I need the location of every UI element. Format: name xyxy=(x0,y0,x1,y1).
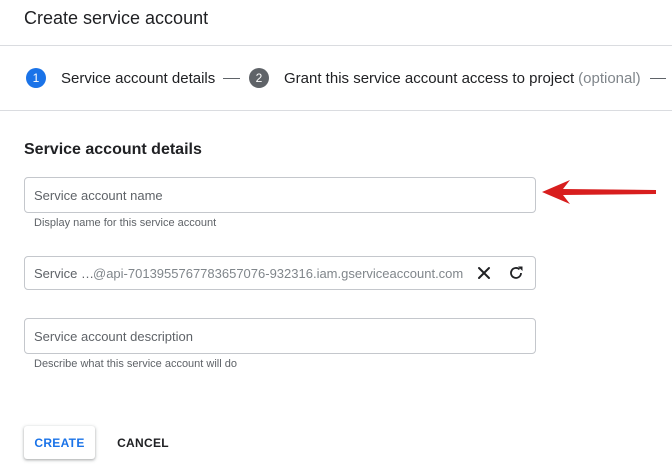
title-bar: Create service account xyxy=(0,0,672,46)
service-account-name-input[interactable] xyxy=(25,178,535,212)
step-2-optional: (optional) xyxy=(578,69,641,87)
section-title: Service account details xyxy=(24,141,202,158)
page-title: Create service account xyxy=(24,8,209,28)
service-account-id-suffix: @api-7013955767783657076-932316.iam.gser… xyxy=(93,266,464,281)
service-account-name-field[interactable] xyxy=(24,177,536,213)
step-connector xyxy=(223,78,240,79)
step-2[interactable]: 2 Grant this service account access to p… xyxy=(249,68,641,88)
refresh-icon[interactable] xyxy=(505,262,527,284)
service-account-name-hint: Display name for this service account xyxy=(34,217,217,229)
service-account-description-input[interactable] xyxy=(25,319,535,353)
step-2-number: 2 xyxy=(249,68,269,88)
service-account-description-field[interactable] xyxy=(24,318,536,354)
service-account-id-prefix[interactable]: Service … xyxy=(34,266,94,281)
service-account-id-field[interactable]: Service … @api-7013955767783657076-93231… xyxy=(24,256,536,290)
step-connector xyxy=(650,78,666,79)
step-1[interactable]: 1 Service account details xyxy=(26,68,215,88)
step-1-number: 1 xyxy=(26,68,46,88)
step-1-label: Service account details xyxy=(61,69,216,87)
create-button[interactable]: CREATE xyxy=(24,426,95,459)
stepper: 1 Service account details 2 Grant this s… xyxy=(0,46,672,111)
annotation-arrow-icon xyxy=(542,180,656,204)
service-account-description-hint: Describe what this service account will … xyxy=(34,358,237,370)
close-icon[interactable] xyxy=(473,262,495,284)
step-2-label: Grant this service account access to pro… xyxy=(284,69,575,87)
cancel-button[interactable]: CANCEL xyxy=(107,426,179,459)
